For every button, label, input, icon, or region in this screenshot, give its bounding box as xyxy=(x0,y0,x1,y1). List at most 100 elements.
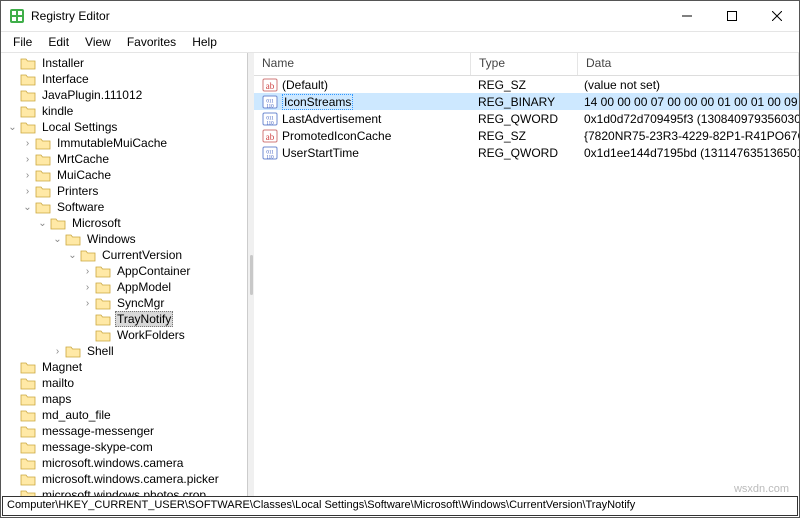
tree-node[interactable]: ›md_auto_file xyxy=(1,407,247,423)
chevron-right-icon[interactable]: › xyxy=(80,266,95,277)
tree-node[interactable]: ›message-skype-com xyxy=(1,439,247,455)
tree-node-label: kindle xyxy=(40,104,75,118)
menu-view[interactable]: View xyxy=(77,33,119,51)
chevron-right-icon[interactable]: › xyxy=(50,346,65,357)
value-type: REG_SZ xyxy=(470,129,576,143)
tree-node-label: TrayNotify xyxy=(115,311,173,327)
tree-node[interactable]: ›maps xyxy=(1,391,247,407)
folder-icon xyxy=(20,440,36,454)
tree-node[interactable]: ›Magnet xyxy=(1,359,247,375)
chevron-down-icon[interactable]: ⌄ xyxy=(50,234,65,245)
folder-icon xyxy=(20,72,36,86)
tree-node[interactable]: › AppContainer xyxy=(1,263,247,279)
menu-file[interactable]: File xyxy=(5,33,40,51)
value-data: (value not set) xyxy=(576,78,799,92)
tree-node-label: Local Settings xyxy=(40,120,119,134)
tree-node[interactable]: ›message-messenger xyxy=(1,423,247,439)
folder-icon xyxy=(20,88,36,102)
chevron-down-icon[interactable]: ⌄ xyxy=(5,122,20,133)
tree-node[interactable]: ⌄ Windows xyxy=(1,231,247,247)
value-row[interactable]: IconStreamsREG_BINARY14 00 00 00 07 00 0… xyxy=(254,93,799,110)
tree-node[interactable]: ›Installer xyxy=(1,55,247,71)
string-value-icon xyxy=(262,128,278,144)
value-row[interactable]: PromotedIconCacheREG_SZ{7820NR75-23R3-42… xyxy=(254,127,799,144)
tree-pane[interactable]: ›Installer›Interface›JavaPlugin.111012›k… xyxy=(1,53,248,496)
tree-node[interactable]: ⌄ Local Settings xyxy=(1,119,247,135)
value-type: REG_SZ xyxy=(470,78,576,92)
tree-node-label: SyncMgr xyxy=(115,296,166,310)
close-button[interactable] xyxy=(754,2,799,31)
tree-node-label: message-messenger xyxy=(40,424,156,438)
tree-node[interactable]: ›Printers xyxy=(1,183,247,199)
tree-node[interactable]: ›MrtCache xyxy=(1,151,247,167)
folder-icon xyxy=(95,296,111,310)
value-row[interactable]: (Default)REG_SZ(value not set) xyxy=(254,76,799,93)
value-row[interactable]: UserStartTimeREG_QWORD0x1d1ee144d7195bd … xyxy=(254,144,799,161)
tree-node-label: Microsoft xyxy=(70,216,123,230)
string-value-icon xyxy=(262,77,278,93)
chevron-right-icon[interactable]: › xyxy=(20,170,35,181)
tree-node-label: ImmutableMuiCache xyxy=(55,136,169,150)
chevron-right-icon[interactable]: › xyxy=(20,154,35,165)
chevron-down-icon[interactable]: ⌄ xyxy=(65,250,80,261)
tree-node[interactable]: › AppModel xyxy=(1,279,247,295)
chevron-down-icon[interactable]: ⌄ xyxy=(20,202,35,213)
folder-icon xyxy=(95,280,111,294)
column-data[interactable]: Data xyxy=(578,53,799,75)
menu-edit[interactable]: Edit xyxy=(40,33,77,51)
tree-node[interactable]: › ImmutableMuiCache xyxy=(1,135,247,151)
tree-node[interactable]: ›WorkFolders xyxy=(1,327,247,343)
close-icon xyxy=(772,11,782,21)
folder-icon xyxy=(80,248,96,262)
window-title: Registry Editor xyxy=(31,9,664,23)
tree-node-label: Windows xyxy=(85,232,138,246)
tree-node[interactable]: ›microsoft.windows.photos.crop xyxy=(1,487,247,496)
chevron-right-icon[interactable]: › xyxy=(80,282,95,293)
folder-icon xyxy=(20,472,36,486)
maximize-button[interactable] xyxy=(709,2,754,31)
tree-node[interactable]: ›Shell xyxy=(1,343,247,359)
minimize-button[interactable] xyxy=(664,2,709,31)
tree-node-label: WorkFolders xyxy=(115,328,187,342)
tree-node-label: AppModel xyxy=(115,280,173,294)
menu-help[interactable]: Help xyxy=(184,33,225,51)
tree-node[interactable]: ›TrayNotify xyxy=(1,311,247,327)
value-type: REG_QWORD xyxy=(470,146,576,160)
folder-icon xyxy=(35,136,51,150)
tree-node-label: JavaPlugin.111012 xyxy=(40,88,144,102)
folder-icon xyxy=(95,312,111,326)
app-window: Registry Editor File Edit View Favorites… xyxy=(0,0,800,518)
tree-node[interactable]: ›Interface xyxy=(1,71,247,87)
folder-icon xyxy=(20,424,36,438)
column-type[interactable]: Type xyxy=(471,53,578,75)
tree-node[interactable]: ›microsoft.windows.camera.picker xyxy=(1,471,247,487)
menu-favorites[interactable]: Favorites xyxy=(119,33,184,51)
value-name: UserStartTime xyxy=(282,146,359,160)
chevron-right-icon[interactable]: › xyxy=(80,298,95,309)
folder-icon xyxy=(65,232,81,246)
folder-icon xyxy=(20,56,36,70)
chevron-down-icon[interactable]: ⌄ xyxy=(35,218,50,229)
folder-icon xyxy=(20,360,36,374)
value-row[interactable]: LastAdvertisementREG_QWORD0x1d0d72d70949… xyxy=(254,110,799,127)
chevron-right-icon[interactable]: › xyxy=(20,186,35,197)
tree-node[interactable]: ›mailto xyxy=(1,375,247,391)
tree-node[interactable]: ⌄ Microsoft xyxy=(1,215,247,231)
binary-value-icon xyxy=(262,145,278,161)
folder-icon xyxy=(95,328,111,342)
minimize-icon xyxy=(682,11,692,21)
tree-node[interactable]: › SyncMgr xyxy=(1,295,247,311)
tree-node[interactable]: ›kindle xyxy=(1,103,247,119)
tree-node[interactable]: ›JavaPlugin.111012 xyxy=(1,87,247,103)
folder-icon xyxy=(65,344,81,358)
folder-icon xyxy=(50,216,66,230)
values-pane[interactable]: Name Type Data (Default)REG_SZ(value not… xyxy=(254,53,799,496)
tree-node[interactable]: ›microsoft.windows.camera xyxy=(1,455,247,471)
column-name[interactable]: Name xyxy=(254,53,471,75)
tree-node-label: AppContainer xyxy=(115,264,192,278)
folder-icon xyxy=(20,104,36,118)
tree-node[interactable]: ⌄Software xyxy=(1,199,247,215)
chevron-right-icon[interactable]: › xyxy=(20,138,35,149)
tree-node[interactable]: ›MuiCache xyxy=(1,167,247,183)
tree-node[interactable]: ⌄CurrentVersion xyxy=(1,247,247,263)
